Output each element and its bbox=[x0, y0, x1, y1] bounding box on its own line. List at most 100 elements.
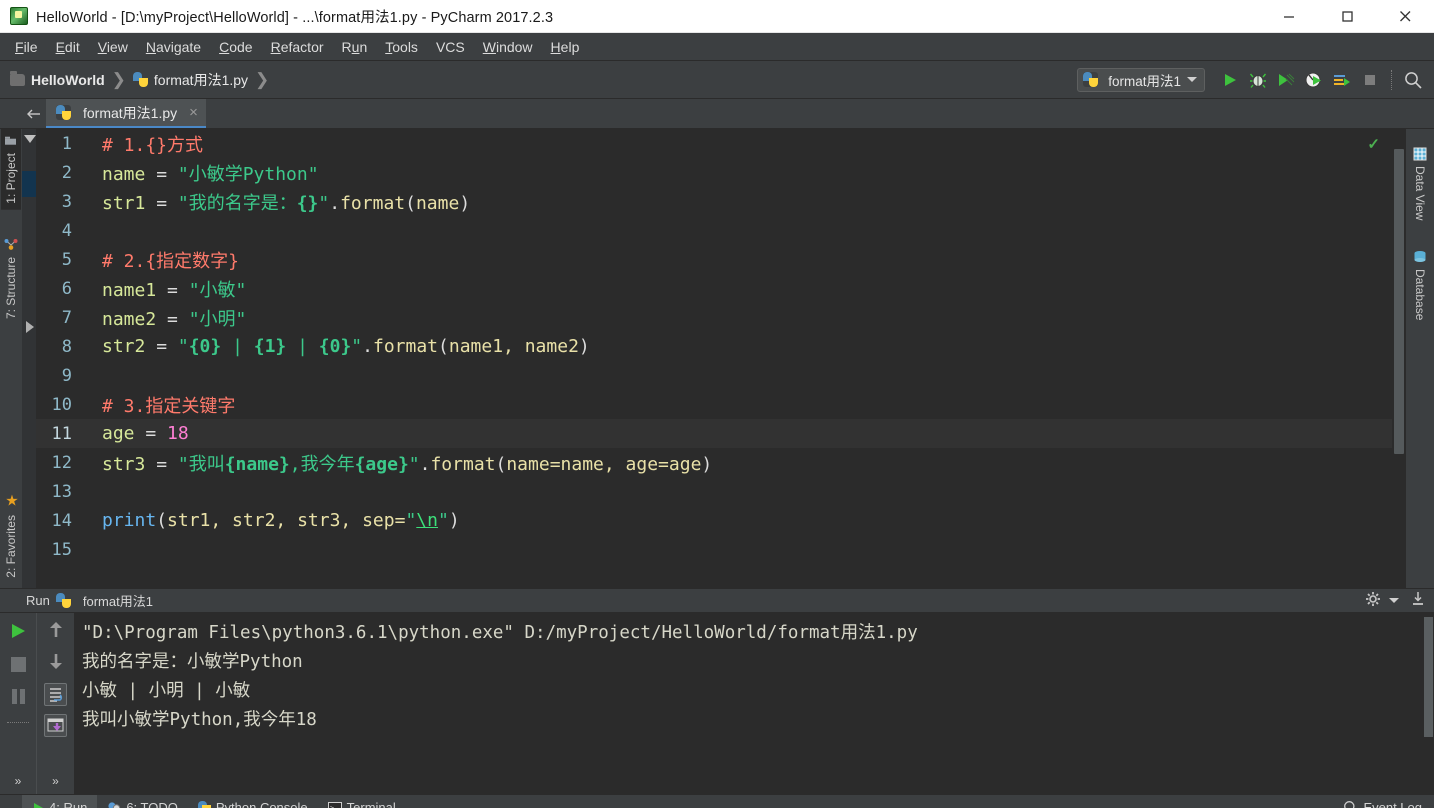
soft-wrap-button[interactable] bbox=[44, 683, 67, 706]
scroll-to-end-button[interactable] bbox=[44, 714, 67, 737]
grid-icon bbox=[1413, 147, 1427, 161]
chevron-down-icon[interactable] bbox=[1389, 598, 1399, 603]
code-token: " bbox=[318, 192, 330, 214]
code-line[interactable]: 5 # 2.{指定数字} bbox=[36, 245, 1392, 274]
code-token: ) bbox=[701, 453, 713, 475]
sidebar-item-project[interactable]: 1: Project bbox=[1, 129, 21, 210]
code-line[interactable]: 8 str2 = "{0} | {1} | {0}".format(name1, … bbox=[36, 332, 1392, 361]
arrow-up-icon[interactable] bbox=[48, 621, 64, 644]
minimize-button[interactable] bbox=[1260, 0, 1318, 33]
bottom-tab-python-console-label: Python Console bbox=[215, 800, 308, 808]
close-button[interactable] bbox=[1376, 0, 1434, 33]
chevron-double-right-icon[interactable]: » bbox=[52, 774, 59, 788]
code-editor[interactable]: 1 # 1.{}方式 2 name = "小敏学Python" 3 str1 = "我的名… bbox=[22, 129, 1406, 588]
code-lines-container[interactable]: 1 # 1.{}方式 2 name = "小敏学Python" 3 str1 = "我的名… bbox=[36, 129, 1392, 588]
breadcrumb-file-label: format用法1.py bbox=[153, 71, 249, 88]
maximize-button[interactable] bbox=[1318, 0, 1376, 33]
editor-tab-format[interactable]: format用法1.py × bbox=[46, 99, 206, 128]
sidebar-item-data-view[interactable]: Data View bbox=[1410, 141, 1430, 226]
code-token: " bbox=[408, 453, 420, 475]
sidebar-item-favorites-label: 2: Favorites bbox=[4, 515, 18, 578]
right-tool-window-bar: Data View Database bbox=[1406, 129, 1434, 588]
code-token: name2 bbox=[102, 308, 157, 330]
code-line[interactable]: 1 # 1.{}方式 bbox=[36, 129, 1392, 158]
bottom-tab-terminal[interactable]: >_ Terminal bbox=[318, 795, 406, 808]
run-coverage-button[interactable] bbox=[1273, 67, 1299, 93]
menu-refactor[interactable]: Refactor bbox=[262, 36, 333, 58]
code-line[interactable]: 9 bbox=[36, 361, 1392, 390]
line-number: 1 bbox=[61, 133, 72, 154]
fold-expand-icon[interactable] bbox=[26, 321, 34, 333]
bottom-tab-python-console[interactable]: Python Console bbox=[188, 795, 318, 808]
run-panel-left-toolbar: » bbox=[0, 613, 36, 794]
menu-help[interactable]: Help bbox=[542, 36, 589, 58]
close-icon[interactable]: × bbox=[189, 104, 198, 121]
menu-run[interactable]: Run bbox=[333, 36, 377, 58]
run-with-console-button[interactable] bbox=[1329, 67, 1355, 93]
search-everywhere-button[interactable] bbox=[1400, 67, 1426, 93]
rerun-button[interactable] bbox=[8, 621, 28, 646]
menu-navigate[interactable]: Navigate bbox=[137, 36, 210, 58]
bottom-tab-run[interactable]: 4: Run bbox=[22, 794, 98, 808]
console-scrollbar-thumb[interactable] bbox=[1424, 617, 1433, 737]
stop-button[interactable] bbox=[10, 656, 27, 678]
breadcrumb-file[interactable]: format用法1.py bbox=[132, 70, 249, 90]
menu-window[interactable]: Window bbox=[474, 36, 542, 58]
editor-tab-strip: format用法1.py × bbox=[0, 99, 1434, 129]
play-icon bbox=[34, 802, 43, 808]
code-line[interactable]: 7 name2 = "小明" bbox=[36, 303, 1392, 332]
editor-scrollbar-thumb[interactable] bbox=[1394, 149, 1404, 454]
fold-arrow-icon[interactable] bbox=[24, 135, 36, 143]
back-arrow-icon[interactable] bbox=[22, 99, 46, 128]
menu-code[interactable]: Code bbox=[210, 36, 261, 58]
code-token: = bbox=[156, 308, 189, 330]
chevron-down-icon bbox=[1187, 77, 1197, 82]
editor-gutter-strip[interactable] bbox=[22, 129, 36, 588]
event-log-button[interactable]: Event Log bbox=[1343, 800, 1434, 808]
menu-edit[interactable]: Edit bbox=[47, 36, 89, 58]
sidebar-item-structure[interactable]: 7: Structure bbox=[1, 232, 21, 325]
code-line[interactable]: 4 bbox=[36, 216, 1392, 245]
code-token: format bbox=[430, 453, 496, 475]
inspection-status-badge[interactable]: ✓ bbox=[1367, 135, 1380, 153]
console-scrollbar[interactable] bbox=[1422, 613, 1434, 794]
sidebar-item-data-view-label: Data View bbox=[1413, 166, 1427, 221]
export-icon[interactable] bbox=[1410, 591, 1426, 610]
sidebar-item-database[interactable]: Database bbox=[1410, 244, 1430, 326]
bottom-tab-todo-label: 6: TODO bbox=[126, 800, 178, 808]
bottom-tab-todo[interactable]: 6: TODO bbox=[97, 795, 188, 808]
pause-button[interactable] bbox=[10, 688, 27, 710]
code-line[interactable]: 15 bbox=[36, 535, 1392, 564]
code-line[interactable]: 2 name = "小敏学Python" bbox=[36, 158, 1392, 187]
code-line[interactable]: 12 str3 = "我叫{name},我今年{age}".format(name… bbox=[36, 448, 1392, 477]
code-line[interactable]: 14 print(str1, str2, str3, sep="\n") bbox=[36, 506, 1392, 535]
run-console-output[interactable]: "D:\Program Files\python3.6.1\python.exe… bbox=[74, 613, 1422, 794]
menu-tools[interactable]: Tools bbox=[376, 36, 427, 58]
code-line[interactable]: 6 name1 = "小敏" bbox=[36, 274, 1392, 303]
code-token: ) bbox=[459, 192, 471, 214]
chevron-double-right-icon[interactable]: » bbox=[15, 774, 22, 788]
code-line[interactable]: 11 age = 18 bbox=[36, 419, 1392, 448]
code-line[interactable]: 3 str1 = "我的名字是：{}".format(name) bbox=[36, 187, 1392, 216]
run-button[interactable] bbox=[1217, 67, 1243, 93]
menu-vcs[interactable]: VCS bbox=[427, 36, 474, 58]
debug-button[interactable] bbox=[1245, 67, 1271, 93]
stop-button[interactable] bbox=[1357, 67, 1383, 93]
arrow-down-icon[interactable] bbox=[48, 652, 64, 675]
python-icon bbox=[55, 593, 71, 608]
menu-view[interactable]: View bbox=[89, 36, 137, 58]
gear-icon[interactable] bbox=[1365, 591, 1381, 610]
profile-button[interactable] bbox=[1301, 67, 1327, 93]
code-token: {age} bbox=[354, 453, 409, 475]
code-token: = bbox=[145, 163, 178, 185]
code-line[interactable]: 13 bbox=[36, 477, 1392, 506]
code-line[interactable]: 10 # 3.指定关键字 bbox=[36, 390, 1392, 419]
run-configuration-selector[interactable]: format用法1 bbox=[1077, 67, 1205, 92]
python-config-icon bbox=[1083, 72, 1099, 87]
code-token: ,我今年 bbox=[289, 453, 355, 475]
sidebar-item-favorites[interactable]: 2: Favorites ★ bbox=[0, 486, 23, 584]
menu-file[interactable]: File bbox=[6, 36, 47, 58]
line-content: name2 = "小明" bbox=[82, 305, 246, 331]
breadcrumb-project[interactable]: HelloWorld bbox=[10, 70, 105, 88]
editor-scrollbar[interactable] bbox=[1392, 129, 1406, 588]
